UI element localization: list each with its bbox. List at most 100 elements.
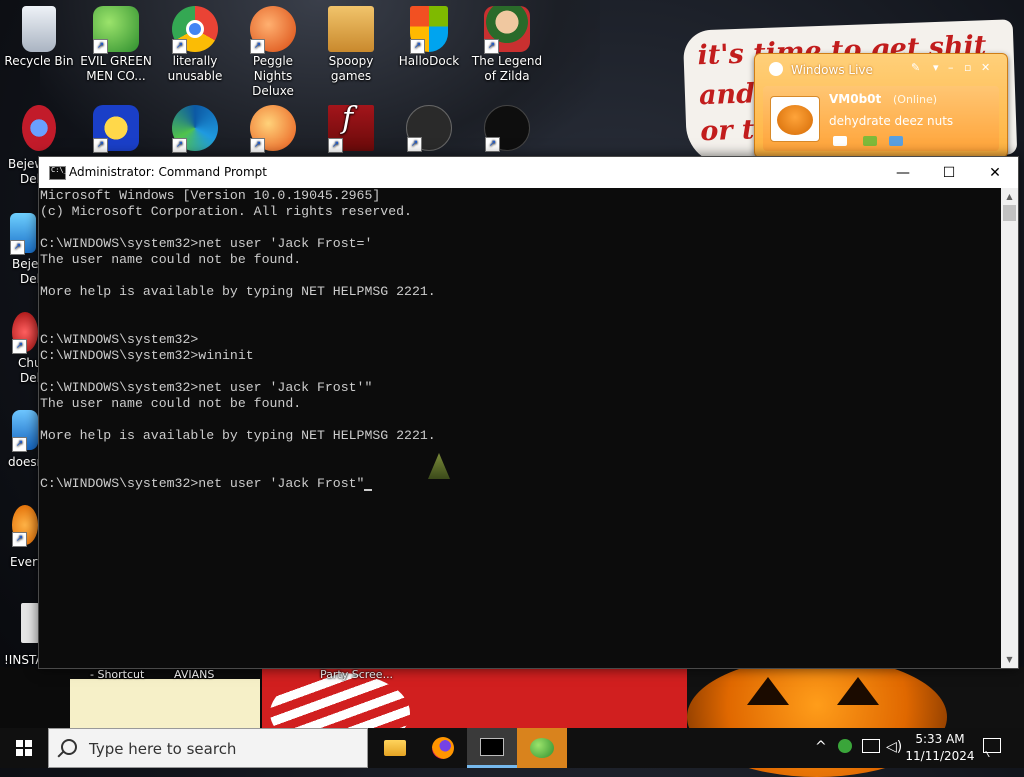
settings-icon[interactable]: ✎ (911, 61, 920, 74)
search-box[interactable]: Type here to search (48, 728, 368, 768)
messenger-tray-icon[interactable] (838, 739, 852, 757)
desktop-icon-label: literally unusable (167, 54, 223, 83)
desktop-icon-caption-avians[interactable]: AVIANS (174, 668, 214, 681)
spaces-icon[interactable] (889, 136, 903, 146)
console-line: Microsoft Windows [Version 10.0.19045.29… (40, 188, 381, 203)
folder-icon (328, 6, 374, 52)
desktop-icon-partial-label[interactable]: Del (20, 172, 40, 186)
desktop-icon-everything[interactable]: ↗ (12, 505, 38, 547)
file-explorer-icon (384, 740, 406, 756)
desktop-icon-label: HalloDock (398, 54, 460, 68)
desktop-icon-peggle[interactable]: ↗ Peggle Nights Deluxe (235, 6, 311, 99)
window-title: Administrator: Command Prompt (69, 165, 267, 179)
scroll-down-arrow-icon[interactable]: ▼ (1001, 651, 1018, 668)
avatar[interactable] (770, 96, 820, 142)
status-badge[interactable]: (Online) (893, 93, 937, 106)
yashma-icon: ↗ (484, 105, 530, 152)
messenger-title: Windows Live (791, 63, 873, 77)
minimize-button[interactable]: — (880, 157, 926, 188)
desktop-icon-bejeweled[interactable] (1, 105, 77, 153)
popcap-icon: ↗ (250, 105, 296, 153)
chevron-up-icon[interactable]: ^ (815, 739, 827, 755)
desktop-icon-label: Peggle Nights Deluxe (252, 54, 294, 98)
vertical-scrollbar[interactable]: ▲ ▼ (1001, 188, 1018, 668)
recycle-bin-icon (22, 6, 56, 52)
desktop-icon-chuzzle[interactable]: ↗ (12, 312, 38, 354)
peggle-icon: ↗ (250, 6, 296, 54)
chevron-down-icon[interactable]: ▾ (933, 61, 939, 74)
desktop-icon-label: EVIL GREEN MEN CO... (80, 54, 152, 83)
command-prompt-icon (49, 166, 68, 180)
desktop-icon-doesnt[interactable]: ↗ (12, 410, 38, 452)
wallpaper-pumpkin (687, 657, 1024, 777)
maximize-button[interactable]: ▫ (964, 61, 971, 74)
network-icon[interactable] (862, 739, 880, 757)
close-button[interactable]: ✕ (981, 61, 990, 74)
console-line: C:\WINDOWS\system32>net user 'Jack Frost… (40, 236, 373, 251)
personal-message[interactable]: dehydrate deez nuts (829, 114, 953, 128)
taskbar-file-explorer[interactable] (370, 728, 420, 768)
desktop-icon-spoopy-games[interactable]: Spoopy games (313, 6, 389, 84)
command-prompt-window[interactable]: Administrator: Command Prompt — ☐ ✕ Micr… (38, 156, 1019, 669)
messenger-icon (530, 738, 554, 758)
messenger-username[interactable]: VM0b0t (829, 92, 881, 106)
network-admin-icon: ↗ (406, 105, 452, 152)
wallpaper-text-line-2: and (698, 78, 756, 112)
edge-icon: ↗ (172, 105, 218, 153)
desktop-icon-network-admin[interactable]: ↗ (391, 105, 467, 153)
taskbar-firefox[interactable] (418, 728, 468, 768)
desktop-icon-partial-label[interactable]: Del (20, 272, 40, 286)
messenger-notification[interactable]: Windows Live ✎ ▾ – ▫ ✕ VM0b0t (Online) d… (754, 53, 1008, 158)
gem-icon: ↗ (10, 213, 36, 255)
maximize-button[interactable]: ☐ (926, 157, 972, 188)
console-output[interactable]: Microsoft Windows [Version 10.0.19045.29… (39, 188, 1001, 668)
start-button[interactable] (0, 728, 48, 768)
close-button[interactable]: ✕ (972, 157, 1018, 188)
contacts-icon[interactable] (863, 136, 877, 146)
console-line: C:\WINDOWS\system32>net user 'Jack Frost… (40, 380, 373, 395)
clock-time: 5:33 AM (915, 732, 965, 746)
messenger-buddies-icon: ↗ (93, 6, 139, 54)
scroll-up-arrow-icon[interactable]: ▲ (1001, 188, 1018, 205)
desktop-icon-recycle-bin[interactable]: Recycle Bin (1, 6, 77, 69)
desktop-icon-mpl[interactable]: ↗ (78, 105, 154, 153)
desktop-icon-label: Recycle Bin (4, 54, 74, 68)
taskbar-command-prompt[interactable] (467, 728, 517, 768)
document-icon (21, 603, 39, 643)
console-line: C:\WINDOWS\system32>net user 'Jack Frost… (39, 476, 1001, 492)
taskbar: Type here to search ^ ◁) 5:33 AM 11/11/2… (0, 728, 1024, 768)
desktop-icon-yashma[interactable]: ↗ (469, 105, 545, 153)
window-titlebar[interactable]: Administrator: Command Prompt — ☐ ✕ (39, 157, 1018, 188)
wallpaper-text-line-3: or t (699, 114, 755, 148)
scrollbar-thumb[interactable] (1003, 205, 1016, 221)
zelda-character-icon: ↗ (484, 6, 530, 54)
desktop-icon-edge[interactable]: ↗ (157, 105, 233, 153)
notification-center-icon[interactable] (983, 738, 1001, 753)
desktop-icon-hallodock[interactable]: ↗ HalloDock (391, 6, 467, 69)
desktop-icon-bejeweled-2[interactable]: ↗ (8, 213, 38, 255)
orange-app-icon: ↗ (12, 505, 38, 547)
taskbar-clock[interactable]: 5:33 AM 11/11/2024 (900, 731, 980, 765)
search-placeholder: Type here to search (89, 740, 237, 758)
desktop-icon-popcap[interactable]: ↗ (235, 105, 311, 153)
desktop-icon-chrome[interactable]: ↗ literally unusable (157, 6, 233, 84)
minimize-button[interactable]: – (948, 61, 954, 74)
taskbar-messenger[interactable] (517, 728, 567, 768)
desktop-icon-installer[interactable] (20, 603, 40, 645)
desktop-icon-caption-party-screen[interactable]: Party Scree... (320, 668, 393, 681)
desktop-icon-legend-of-zilda[interactable]: ↗ The Legend of Zilda (469, 6, 545, 84)
desktop-icon-flash[interactable]: f ↗ (313, 104, 389, 153)
mpl-icon: ↗ (93, 105, 139, 153)
command-prompt-icon (480, 737, 504, 756)
desktop-icon-evil-green-men[interactable]: ↗ EVIL GREEN MEN CO... (78, 6, 154, 84)
mail-icon[interactable] (833, 136, 847, 146)
desktop-icon-partial-label[interactable]: Del (20, 371, 40, 385)
firefox-icon (432, 737, 454, 759)
console-line: More help is available by typing NET HEL… (40, 284, 436, 299)
desktop-icon-label: The Legend of Zilda (471, 54, 543, 83)
desktop-icon-caption-shortcut[interactable]: - Shortcut (90, 668, 144, 681)
